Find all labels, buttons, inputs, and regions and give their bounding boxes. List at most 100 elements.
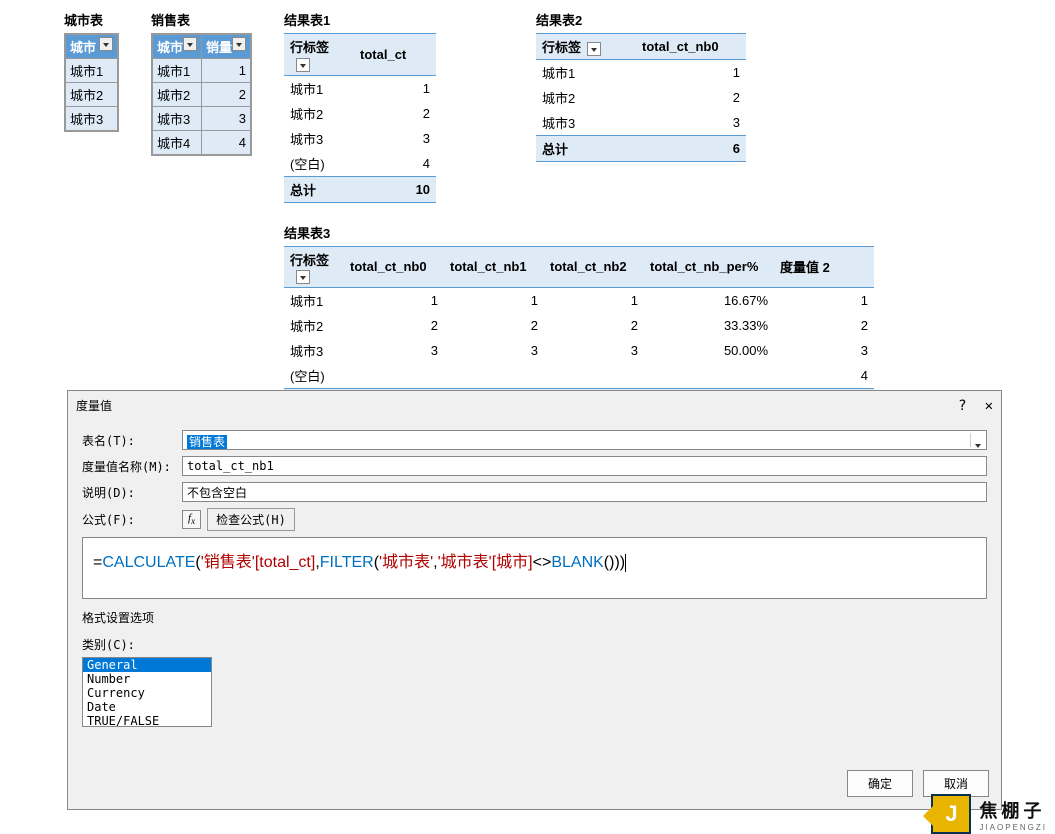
city-cell[interactable]: 城市3 — [66, 107, 118, 131]
pivot-cell[interactable]: 1 — [354, 75, 436, 101]
pivot-cell[interactable]: 2 — [636, 85, 746, 110]
pivot-cell[interactable]: 3 — [344, 338, 444, 363]
pivot-header[interactable]: total_ct_nb2 — [544, 246, 644, 288]
pivot-cell[interactable]: 3 — [774, 338, 874, 363]
pivot-cell[interactable]: 城市3 — [284, 338, 344, 363]
measure-name-input[interactable] — [182, 456, 987, 476]
pivot-total-label: 总计 — [284, 176, 354, 202]
pivot-cell[interactable]: 城市2 — [284, 101, 354, 126]
measure-name-label: 度量值名称(M): — [82, 458, 182, 475]
pivot-rowlabel-header[interactable]: 行标签 — [284, 246, 344, 288]
sales-table-title: 销售表 — [151, 10, 252, 29]
pivot-cell[interactable]: 1 — [344, 288, 444, 314]
pivot-cell[interactable]: 城市1 — [536, 60, 636, 86]
category-item[interactable]: Number — [83, 672, 211, 686]
result1-block: 结果表1 行标签 total_ct 城市11 城市22 城市33 (空白)4 总… — [284, 10, 436, 203]
check-formula-button[interactable]: 检查公式(H) — [207, 508, 295, 531]
result2-block: 结果表2 行标签 total_ct_nb0 城市11 城市22 城市33 总计6 — [536, 10, 746, 203]
pivot-cell[interactable]: 2 — [344, 313, 444, 338]
pivot-cell[interactable]: 3 — [636, 110, 746, 136]
city-table: 城市 城市1 城市2 城市3 — [65, 34, 118, 131]
pivot-rowlabel-header[interactable]: 行标签 — [536, 34, 636, 60]
pivot-cell[interactable]: 4 — [774, 363, 874, 389]
pivot-cell[interactable]: (空白) — [284, 363, 344, 389]
fx-button[interactable]: fx — [182, 510, 201, 528]
city-cell[interactable]: 城市2 — [66, 83, 118, 107]
category-item[interactable]: Date — [83, 700, 211, 714]
pivot-cell[interactable]: 城市3 — [536, 110, 636, 136]
sales-header-city[interactable]: 城市 — [153, 35, 202, 59]
sales-cell[interactable]: 城市4 — [153, 131, 202, 155]
dropdown-icon[interactable] — [99, 37, 113, 51]
pivot-header[interactable]: total_ct_nb_per% — [644, 246, 774, 288]
pivot-cell[interactable]: 1 — [444, 288, 544, 314]
cancel-button[interactable]: 取消 — [923, 770, 989, 797]
sales-cell[interactable]: 4 — [202, 131, 251, 155]
result3-title: 结果表3 — [284, 223, 874, 242]
pivot-cell[interactable]: 50.00% — [644, 338, 774, 363]
pivot-cell[interactable]: 城市2 — [536, 85, 636, 110]
pivot-cell[interactable]: 3 — [354, 126, 436, 151]
pivot-value-header[interactable]: total_ct_nb0 — [636, 34, 746, 60]
pivot-cell[interactable]: (空白) — [284, 151, 354, 177]
chevron-down-icon[interactable] — [970, 433, 984, 447]
pivot-cell[interactable] — [644, 363, 774, 389]
description-label: 说明(D): — [82, 484, 182, 501]
pivot-cell[interactable]: 1 — [636, 60, 746, 86]
pivot-value-header[interactable]: total_ct — [354, 34, 436, 76]
pivot-cell[interactable]: 2 — [354, 101, 436, 126]
city-table-block: 城市表 城市 城市1 城市2 城市3 — [64, 10, 119, 132]
pivot-cell[interactable]: 2 — [544, 313, 644, 338]
sales-cell[interactable]: 3 — [202, 107, 251, 131]
help-icon[interactable]: ? — [958, 398, 966, 414]
pivot-cell[interactable] — [344, 363, 444, 389]
pivot-cell[interactable]: 城市3 — [284, 126, 354, 151]
formula-input[interactable]: =CALCULATE('销售表'[total_ct],FILTER('城市表',… — [82, 537, 987, 599]
pivot-header[interactable]: 度量值 2 — [774, 246, 874, 288]
pivot-total-label: 总计 — [536, 136, 636, 162]
pivot-cell[interactable]: 城市1 — [284, 288, 344, 314]
sales-cell[interactable]: 1 — [202, 59, 251, 83]
sales-cell[interactable]: 城市1 — [153, 59, 202, 83]
pivot-cell[interactable]: 33.33% — [644, 313, 774, 338]
ok-button[interactable]: 确定 — [847, 770, 913, 797]
pivot-cell[interactable]: 2 — [774, 313, 874, 338]
category-item[interactable]: Currency — [83, 686, 211, 700]
pivot-cell[interactable]: 2 — [444, 313, 544, 338]
category-item[interactable]: General — [83, 658, 211, 672]
pivot-rowlabel-header[interactable]: 行标签 — [284, 34, 354, 76]
result3-block: 结果表3 行标签 total_ct_nb0 total_ct_nb1 total… — [284, 223, 874, 416]
pivot-cell[interactable]: 城市1 — [284, 75, 354, 101]
pivot-cell[interactable]: 1 — [774, 288, 874, 314]
table-name-combo[interactable]: 销售表 — [182, 430, 987, 450]
pivot-cell[interactable]: 1 — [544, 288, 644, 314]
sales-header-qty[interactable]: 销量 — [202, 35, 251, 59]
city-cell[interactable]: 城市1 — [66, 59, 118, 83]
dropdown-icon[interactable] — [296, 58, 310, 72]
pivot-cell[interactable]: 16.67% — [644, 288, 774, 314]
pivot-cell[interactable]: 城市2 — [284, 313, 344, 338]
pivot-header[interactable]: total_ct_nb1 — [444, 246, 544, 288]
dropdown-icon[interactable] — [587, 42, 601, 56]
category-label: 类别(C): — [82, 636, 987, 653]
pivot-cell[interactable] — [444, 363, 544, 389]
watermark: J 焦棚子 JIAOPENGZI — [931, 794, 1047, 834]
pivot-cell[interactable]: 3 — [544, 338, 644, 363]
sales-table-block: 销售表 城市 销量 城市11 城市22 城市33 城市44 — [151, 10, 252, 156]
sales-cell[interactable]: 2 — [202, 83, 251, 107]
city-header[interactable]: 城市 — [66, 35, 118, 59]
pivot-header[interactable]: total_ct_nb0 — [344, 246, 444, 288]
sales-cell[interactable]: 城市2 — [153, 83, 202, 107]
watermark-badge: J — [931, 794, 971, 834]
close-icon[interactable]: ✕ — [985, 398, 993, 414]
pivot-cell[interactable]: 3 — [444, 338, 544, 363]
category-item[interactable]: TRUE/FALSE — [83, 714, 211, 727]
dropdown-icon[interactable] — [183, 37, 197, 51]
description-input[interactable] — [182, 482, 987, 502]
sales-cell[interactable]: 城市3 — [153, 107, 202, 131]
category-listbox[interactable]: General Number Currency Date TRUE/FALSE — [82, 657, 212, 727]
pivot-cell[interactable] — [544, 363, 644, 389]
dropdown-icon[interactable] — [232, 37, 246, 51]
dropdown-icon[interactable] — [296, 270, 310, 284]
pivot-cell[interactable]: 4 — [354, 151, 436, 177]
